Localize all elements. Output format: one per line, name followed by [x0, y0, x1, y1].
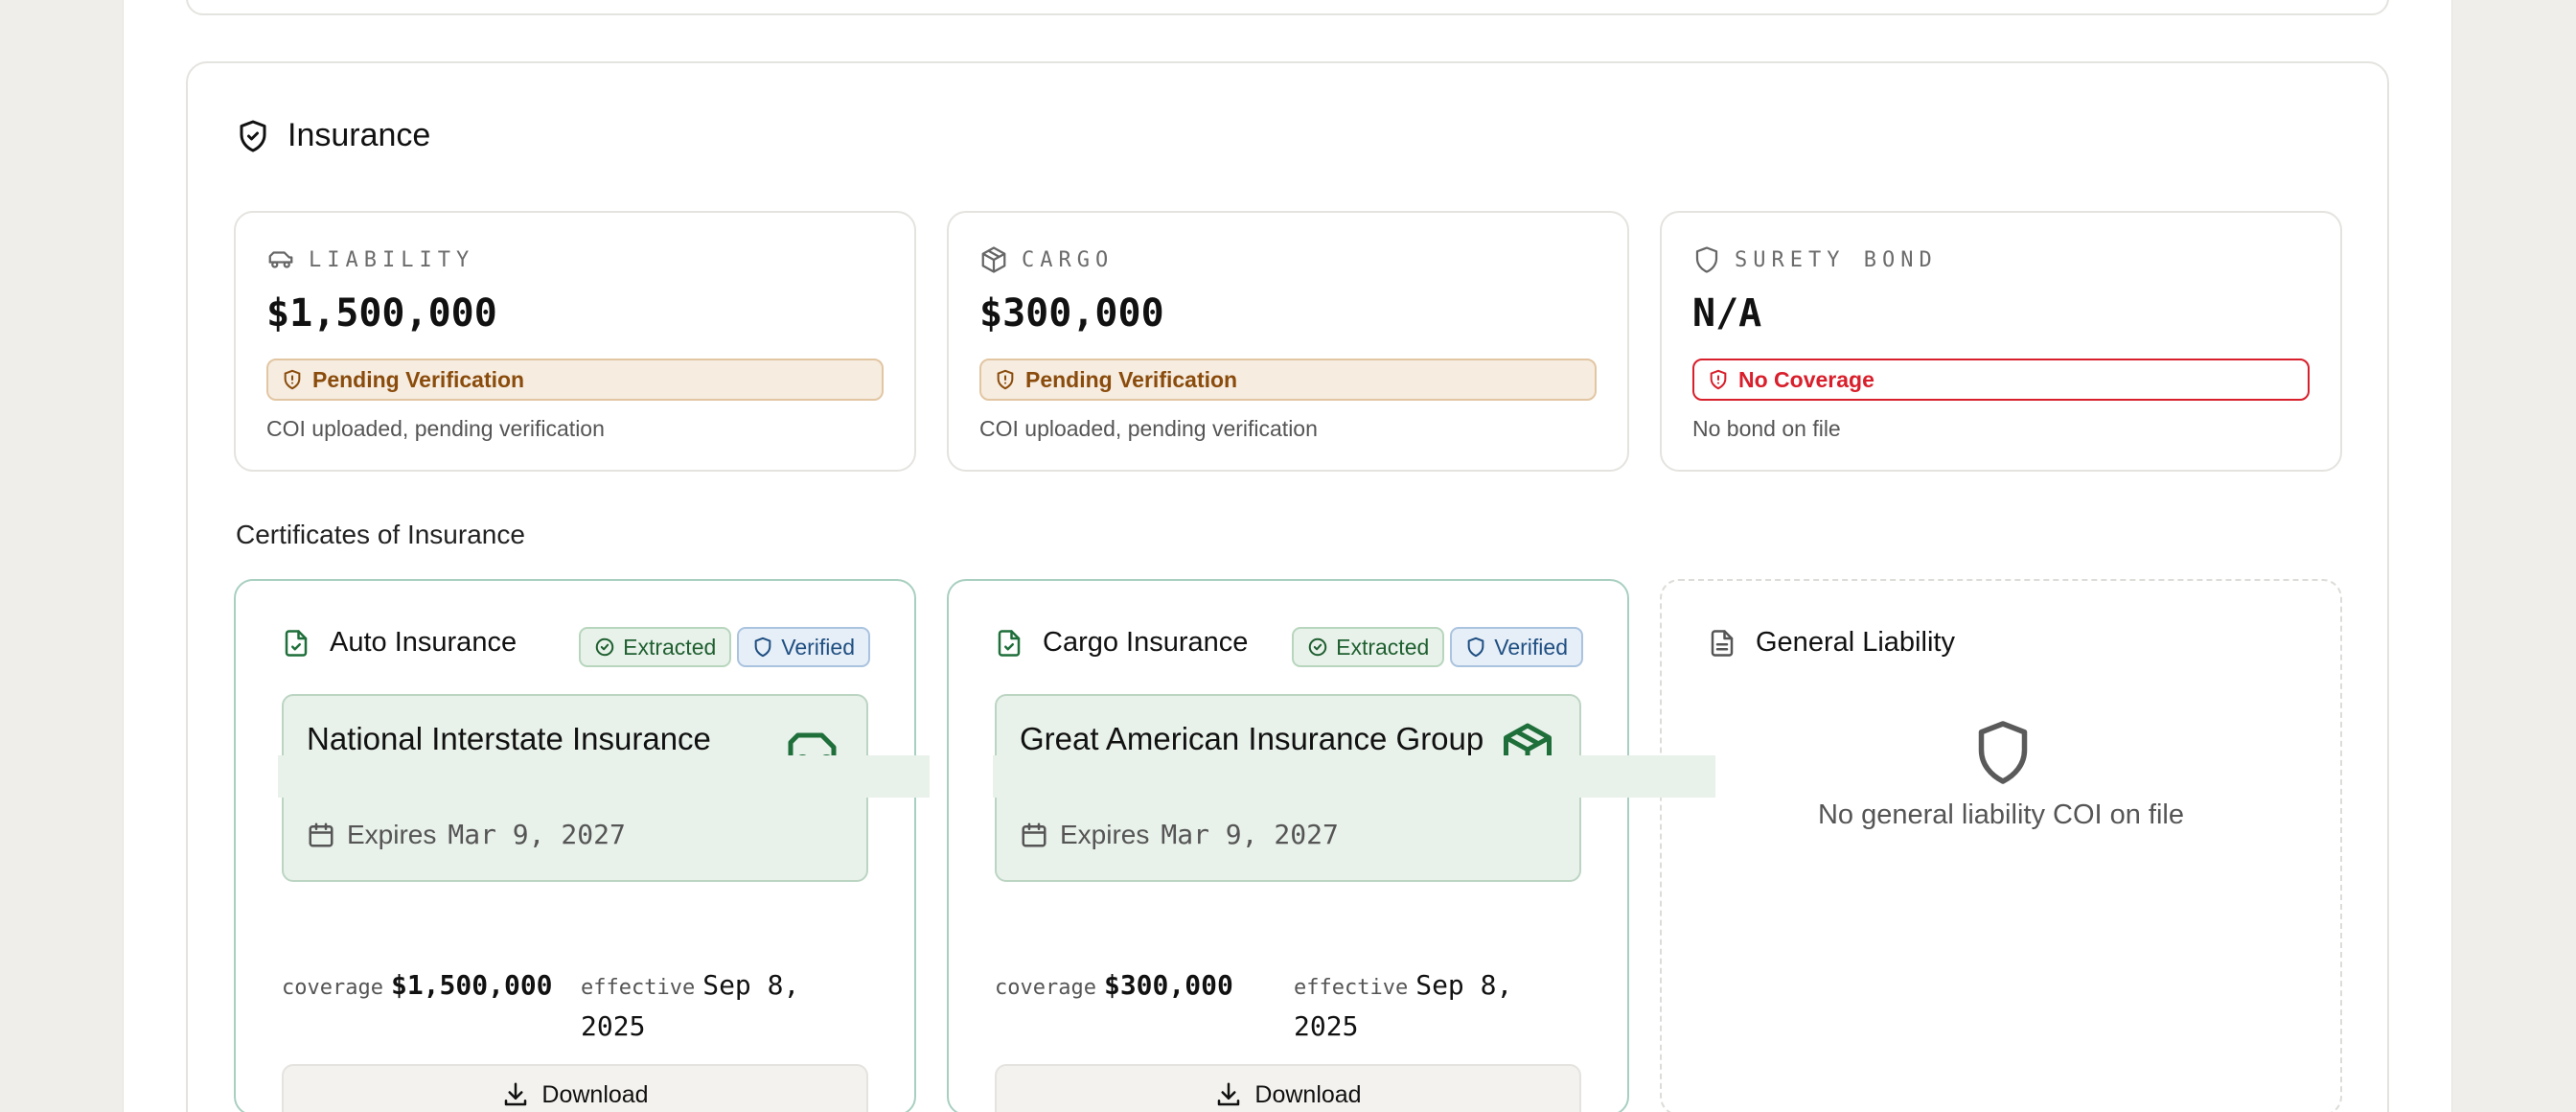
coverage-label: coverage [995, 976, 1096, 1000]
extracted-badge: Extracted [579, 627, 732, 667]
status-badge: Pending Verification [266, 359, 884, 401]
download-button-label: Download [541, 1080, 649, 1108]
download-button[interactable]: Download [995, 1064, 1581, 1112]
auto-insurance-coi-card: Auto Insurance Extracted Verified Nation… [234, 579, 916, 1112]
coverage-label: coverage [282, 976, 383, 1000]
shield-icon [1978, 721, 2028, 784]
status-badge-text: No Coverage [1738, 366, 1874, 392]
coi-heading: Certificates of Insurance [236, 520, 525, 549]
summary-note: COI uploaded, pending verification [266, 416, 605, 441]
expires-label: Expires [347, 819, 437, 849]
expiry-row: Expires Mar 9, 2027 [307, 819, 626, 850]
coi-card-header: Cargo Insurance [995, 627, 1248, 659]
effective-field: effective Sep 8, 2025 [1294, 966, 1543, 1046]
coverage-field: coverage $1,500,000 [282, 966, 553, 1008]
extracted-badge-text: Extracted [1336, 634, 1430, 660]
summary-note: COI uploaded, pending verification [979, 416, 1318, 441]
expires-date: Mar 9, 2027 [1161, 819, 1339, 850]
verified-badge-text: Verified [781, 634, 855, 660]
verified-badge-text: Verified [1494, 634, 1568, 660]
extracted-badge-text: Extracted [623, 634, 717, 660]
summary-amount: $300,000 [979, 291, 1164, 336]
effective-label: effective [581, 976, 696, 1000]
overlay-strip [278, 755, 930, 798]
calendar-icon [309, 822, 334, 846]
status-badge-text: Pending Verification [1025, 366, 1238, 392]
download-icon [1218, 1082, 1240, 1106]
shield-icon [1467, 637, 1484, 658]
effective-label: effective [1294, 976, 1409, 1000]
coi-card-header: Auto Insurance [282, 627, 517, 659]
insurance-section: Insurance LIABILITY $1,500,000 Pending V… [186, 61, 2389, 1112]
shield-alert-icon [1710, 369, 1727, 390]
previous-section-card [186, 0, 2389, 15]
surety-summary-card: SURETY BOND N/A No Coverage No bond on f… [1660, 211, 2342, 472]
coverage-field: coverage $300,000 [995, 966, 1233, 1008]
empty-message: No general liability COI on file [1817, 799, 2184, 830]
effective-field: effective Sep 8, 2025 [581, 966, 830, 1046]
carrier-name: National Interstate Insurance [307, 721, 711, 756]
coi-card-title: Cargo Insurance [1043, 627, 1249, 658]
expires-date: Mar 9, 2027 [448, 819, 626, 850]
coverage-value: $300,000 [1103, 969, 1233, 1001]
summary-amount: $1,500,000 [266, 291, 497, 336]
carrier-name: Great American Insurance Group [1020, 721, 1484, 756]
status-badge: No Coverage [1692, 359, 2310, 401]
summary-label: CARGO [1022, 247, 1115, 272]
calendar-icon [1022, 822, 1046, 846]
coi-card-header: General Liability [1708, 627, 1955, 659]
summary-amount: N/A [1692, 291, 1762, 336]
file-check-icon [998, 629, 1021, 657]
coi-card-title: General Liability [1756, 627, 1955, 658]
expires-label: Expires [1060, 819, 1150, 849]
section-title-text: Insurance [288, 117, 431, 153]
download-button[interactable]: Download [282, 1064, 868, 1112]
box-icon [981, 246, 1006, 273]
truck-icon [268, 251, 293, 268]
file-check-icon [285, 629, 308, 657]
summary-label: SURETY BOND [1735, 247, 1938, 272]
verified-badge: Verified [737, 627, 870, 667]
cargo-insurance-coi-card: Cargo Insurance Extracted Verified Great… [947, 579, 1629, 1112]
verified-badge: Verified [1450, 627, 1583, 667]
download-button-label: Download [1254, 1080, 1362, 1108]
download-icon [505, 1082, 527, 1106]
check-circle-icon [595, 637, 614, 657]
shield-icon [1695, 246, 1718, 273]
general-liability-coi-card: General Liability No general liability C… [1660, 579, 2342, 1112]
shield-alert-icon [997, 369, 1014, 390]
status-badge: Pending Verification [979, 359, 1597, 401]
file-text-icon [1711, 629, 1734, 657]
summary-note: No bond on file [1692, 416, 1841, 441]
summary-label: LIABILITY [309, 247, 475, 272]
section-title: Insurance [236, 117, 430, 154]
coverage-value: $1,500,000 [390, 969, 553, 1001]
check-circle-icon [1308, 637, 1327, 657]
overlay-strip [993, 755, 1715, 798]
shield-alert-icon [284, 369, 301, 390]
coi-card-title: Auto Insurance [330, 627, 518, 658]
extracted-badge: Extracted [1292, 627, 1445, 667]
expiry-row: Expires Mar 9, 2027 [1020, 819, 1339, 850]
status-badge-text: Pending Verification [312, 366, 525, 392]
cargo-summary-card: CARGO $300,000 Pending Verification COI … [947, 211, 1629, 472]
shield-check-icon [240, 120, 266, 151]
liability-summary-card: LIABILITY $1,500,000 Pending Verificatio… [234, 211, 916, 472]
shield-icon [754, 637, 771, 658]
